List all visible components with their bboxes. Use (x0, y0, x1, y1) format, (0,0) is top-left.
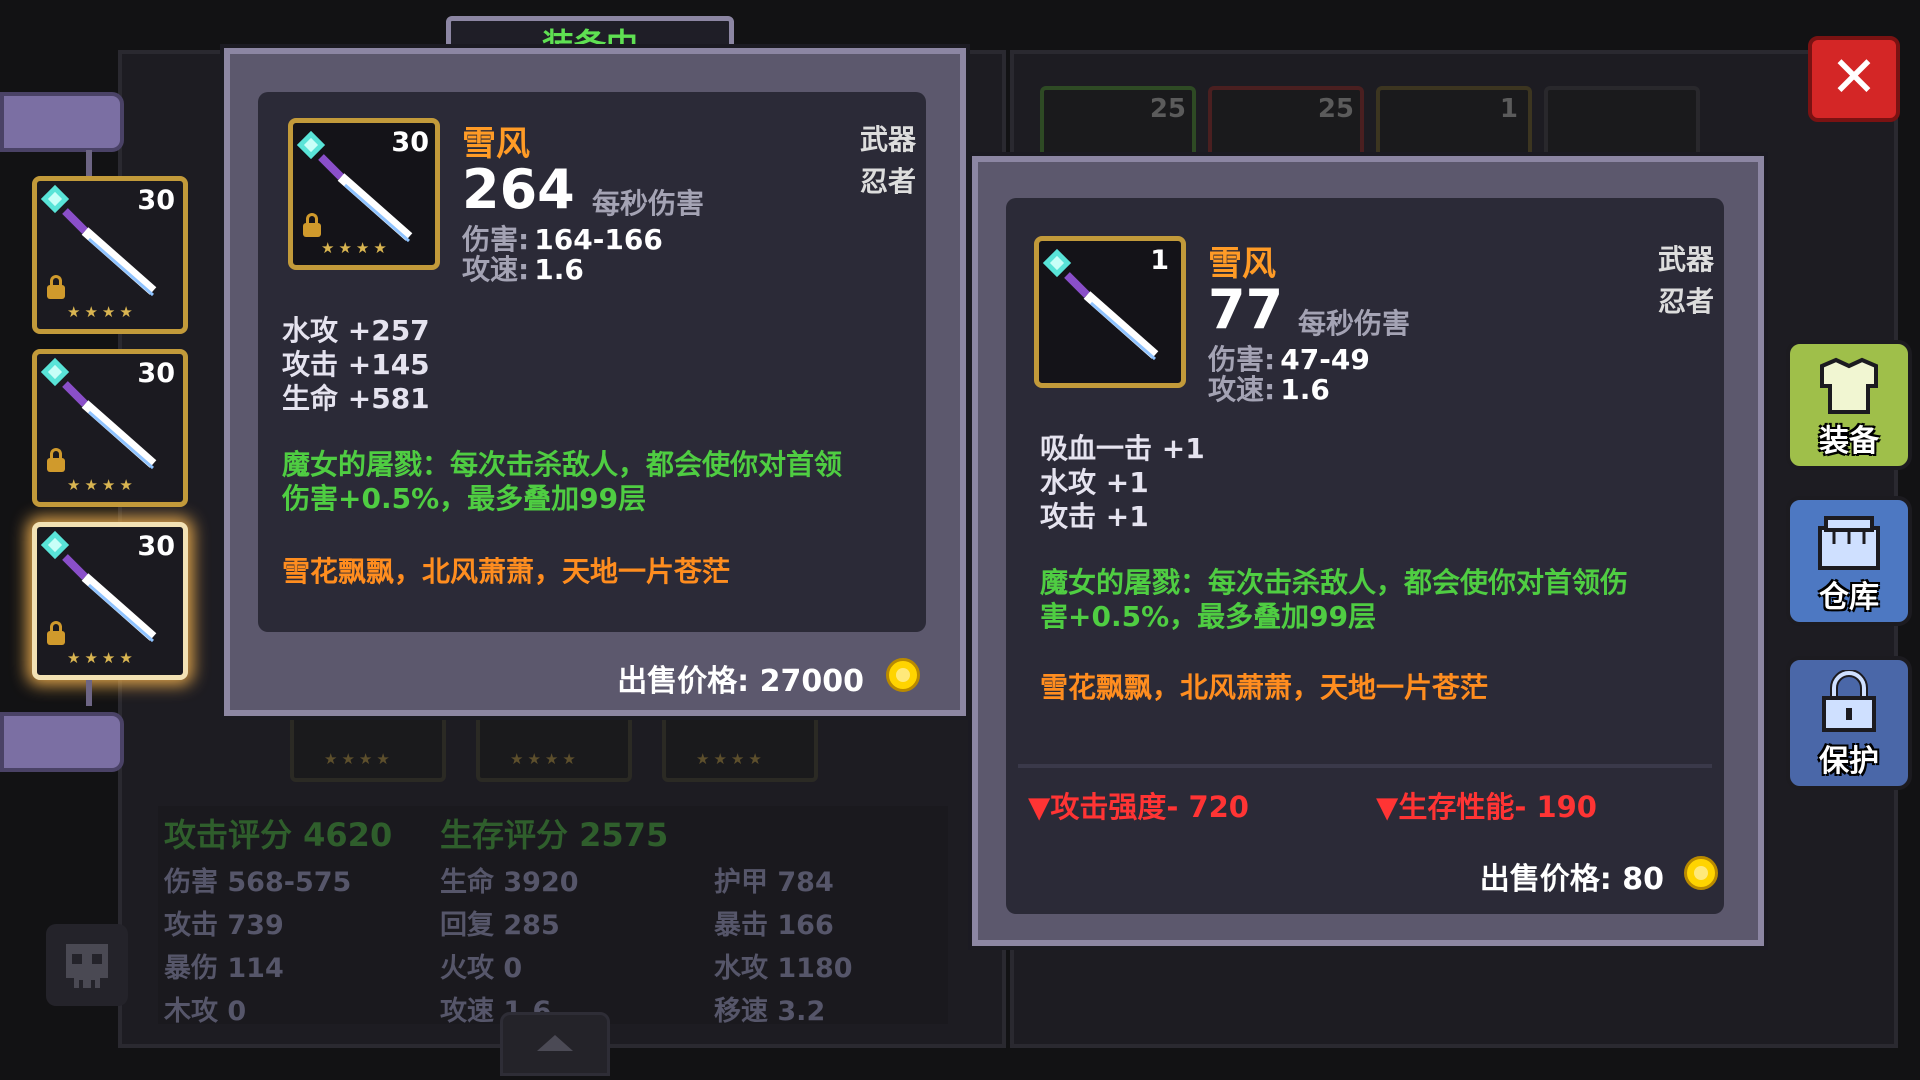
equipment-slot[interactable]: ★★★★ (290, 712, 446, 782)
attack-score: 攻击评分 4620 (164, 816, 393, 854)
stat-crit: 暴击 166 (714, 910, 834, 941)
storage-button[interactable]: 仓库 (1786, 496, 1912, 626)
equip-button-label: 装备 (1819, 424, 1879, 459)
slot-level: 1 (1499, 94, 1518, 124)
item-dps: 264 (462, 158, 575, 221)
close-icon: ✕ (1830, 45, 1878, 110)
inventory-slot[interactable]: 30 ★★★★ (32, 176, 188, 334)
attribute-line: 攻击 +145 (282, 348, 430, 381)
equipped-item-card: 30 ★★★★ 雪风 武器 忍者 264 每秒伤害 伤害: 164-166 攻速… (224, 48, 966, 716)
chevron-up-icon (537, 1035, 573, 1051)
slot-stars: ★★★★ (696, 750, 766, 768)
slot-level: 25 (1317, 94, 1354, 124)
armor-icon (1820, 357, 1878, 414)
stat-attack: 攻击 739 (164, 910, 284, 941)
slot-level: 25 (1149, 94, 1186, 124)
item-class: 忍者 (1657, 285, 1714, 318)
special-effect-line: 害+0.5%，最多叠加99层 (1040, 600, 1377, 633)
item-dps: 77 (1208, 278, 1284, 341)
attack-diff-label: 攻击强度- 720 (1050, 790, 1249, 824)
compare-item-card: 1 雪风 武器 忍者 77 每秒伤害 伤害: 47-49 攻速: 1.6 吸血一… (972, 156, 1764, 946)
attack-diff: ▼攻击强度- 720 (1028, 784, 1249, 826)
equipped-item-icon-frame: 30 ★★★★ (288, 118, 440, 270)
survival-diff-label: 生存性能- 190 (1398, 790, 1597, 824)
lock-icon (303, 213, 321, 237)
item-category: 武器 (1657, 243, 1714, 276)
equip-button[interactable]: 装备 (1786, 340, 1912, 470)
stat-life: 生命 3920 (440, 867, 579, 898)
item-stars: ★★★★ (67, 476, 137, 494)
attribute-line: 生命 +581 (282, 382, 430, 415)
character-skull-icon[interactable] (46, 924, 128, 1006)
character-stats-panel: 攻击评分 4620 生存评分 2575 伤害 568-575 生命 3920 护… (158, 806, 948, 1027)
speed-row: 攻速: 1.6 (462, 248, 584, 288)
attribute-line: 水攻 +1 (1040, 466, 1149, 499)
skull-icon (66, 944, 108, 988)
flavor-text: 雪花飘飘，北风萧萧，天地一片苍茫 (282, 555, 731, 588)
scroll-up-tab[interactable] (0, 92, 124, 152)
item-category: 武器 (859, 123, 916, 156)
item-stars: ★★★★ (67, 303, 137, 321)
equipment-slot[interactable]: ★★★★ (476, 712, 632, 782)
sell-price: 出售价格: 27000 (617, 664, 864, 699)
storage-button-label: 仓库 (1819, 580, 1879, 615)
protect-button[interactable]: 保护 (1786, 656, 1912, 790)
dps-label: 每秒伤害 (1298, 307, 1411, 340)
lock-icon (47, 621, 65, 645)
close-button[interactable]: ✕ (1808, 36, 1900, 122)
stat-fire: 火攻 0 (440, 953, 523, 984)
storage-box-icon (1818, 516, 1880, 570)
stat-regen: 回复 285 (440, 910, 560, 941)
inventory-divider (86, 150, 92, 176)
special-effect-line: 伤害+0.5%，最多叠加99层 (282, 482, 647, 515)
slot-stars: ★★★★ (510, 750, 580, 768)
stat-armor: 护甲 784 (714, 867, 834, 898)
flavor-text: 雪花飘飘，北风萧萧，天地一片苍茫 (1040, 671, 1489, 704)
protect-button-label: 保护 (1819, 744, 1879, 779)
lock-icon (47, 448, 65, 472)
coin-icon (886, 658, 920, 692)
decrease-arrow-icon: ▼ (1028, 790, 1051, 824)
decrease-arrow-icon: ▼ (1376, 790, 1399, 824)
speed-label: 攻速: (462, 253, 530, 286)
slot-stars: ★★★★ (324, 750, 394, 768)
sell-price: 出售价格: 80 (1479, 862, 1664, 897)
special-effect-line: 魔女的屠戮：每次击杀敌人，都会使你对首领伤 (1040, 566, 1629, 599)
item-stars: ★★★★ (67, 649, 137, 667)
attribute-line: 吸血一击 +1 (1040, 432, 1205, 465)
stat-damage: 伤害 568-575 (164, 867, 352, 898)
inventory-divider (86, 680, 92, 706)
stat-water: 水攻 1180 (714, 953, 853, 984)
stat-crit-damage: 暴伤 114 (164, 953, 284, 984)
stat-wood: 木攻 0 (164, 996, 247, 1027)
dps-label: 每秒伤害 (592, 187, 705, 220)
item-stars: ★★★★ (321, 239, 391, 257)
expand-stats-button[interactable] (500, 1012, 610, 1076)
snow-wind-sword-icon (1042, 248, 1159, 361)
speed-row: 攻速: 1.6 (1208, 368, 1330, 408)
compare-item-icon-frame: 1 (1034, 236, 1186, 388)
lock-icon (47, 275, 65, 299)
stat-move-speed: 移速 3.2 (714, 996, 826, 1027)
speed-value: 1.6 (534, 253, 584, 286)
special-effect-line: 魔女的屠戮：每次击杀敌人，都会使你对首领 (282, 448, 843, 481)
survival-diff: ▼生存性能- 190 (1376, 784, 1597, 826)
coin-icon (1684, 856, 1718, 890)
attribute-line: 攻击 +1 (1040, 500, 1149, 533)
lock-icon (1822, 670, 1876, 732)
speed-label: 攻速: (1208, 373, 1276, 406)
inventory-slot-selected[interactable]: 30 ★★★★ (32, 522, 188, 680)
inventory-slot[interactable]: 30 ★★★★ (32, 349, 188, 507)
item-class: 忍者 (859, 165, 916, 198)
equipment-slot[interactable]: ★★★★ (662, 712, 818, 782)
attribute-line: 水攻 +257 (282, 314, 430, 347)
survival-score: 生存评分 2575 (440, 816, 669, 854)
speed-value: 1.6 (1280, 373, 1330, 406)
scroll-down-tab[interactable] (0, 712, 124, 772)
compare-body-divider (1018, 764, 1712, 768)
